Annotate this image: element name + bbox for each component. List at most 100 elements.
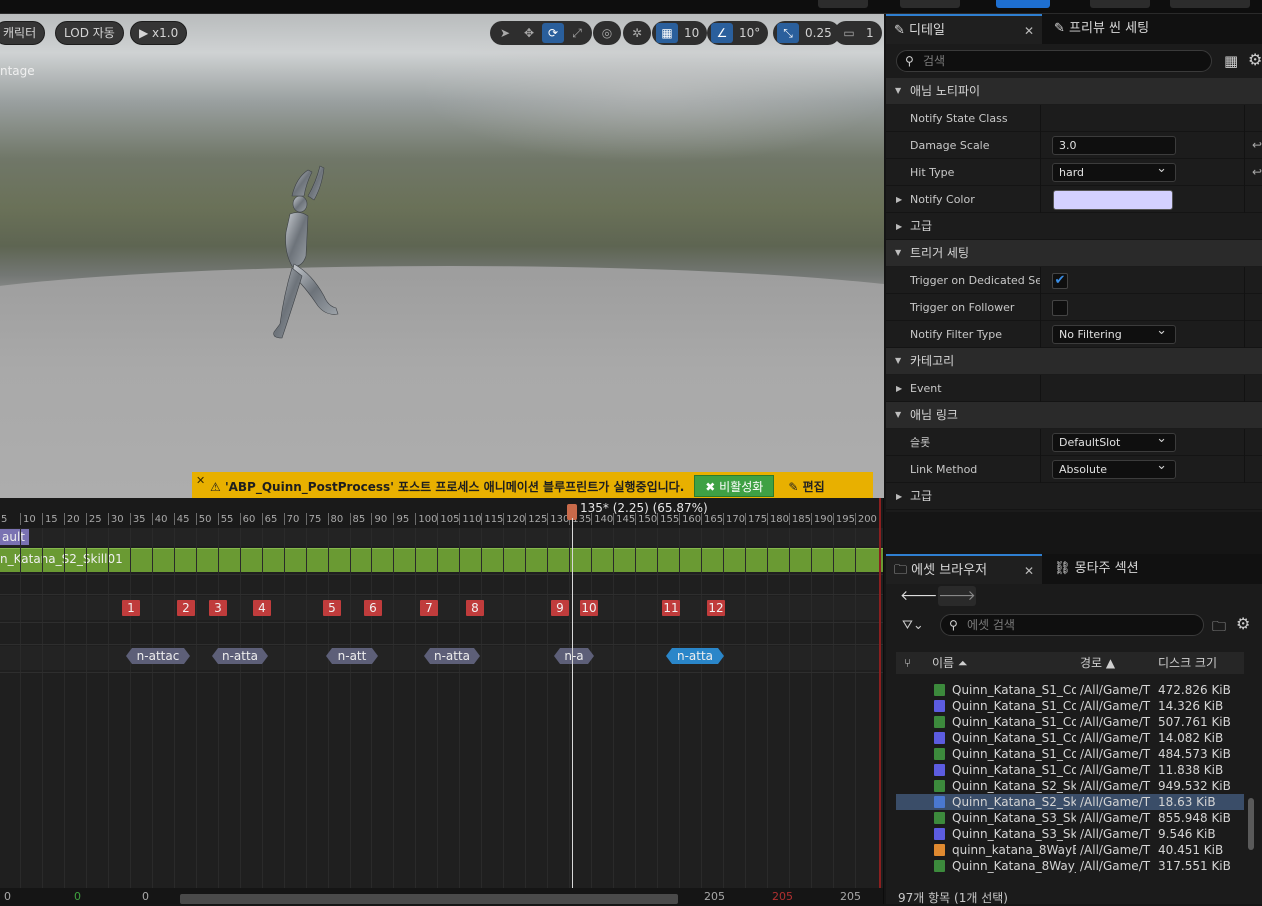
notify-marker[interactable]: 10 [580,600,598,616]
notify-marker[interactable]: 2 [177,600,195,616]
move-icon[interactable]: ✥ [518,23,540,43]
source-icon[interactable]: ⑂ [904,652,911,674]
tab-asset-browser[interactable]: 🗀 에셋 브라우저 ✕ [886,554,1042,584]
edit-button[interactable]: ✎ 편집 [788,478,824,495]
range-start-green[interactable]: 0 [74,890,81,903]
tab-montage-sections[interactable]: ⛓ 몽타주 섹션 [1046,554,1206,584]
notify-marker[interactable]: 11 [662,600,680,616]
trigger-follower-checkbox[interactable] [1052,300,1068,316]
notify-state-block[interactable]: n-atta [212,648,268,664]
table-view-icon[interactable]: ▦ [1224,52,1238,70]
angle-snap-value[interactable]: 10° [735,26,764,40]
expand-caret-icon[interactable]: ▶ [896,186,902,213]
rotate-icon[interactable]: ⟳ [542,23,564,43]
range-end-number[interactable]: 205 [840,890,861,903]
reset-arrow-icon[interactable]: ↩ [1252,159,1262,186]
scale-snap-icon[interactable]: ⤡ [777,23,799,43]
view-end-number[interactable]: 205 [704,890,725,903]
timeline-ruler[interactable]: 5 10 15 20 25 30 35 40 45 50 55 60 65 70 75 80 85 90 95 100… [0,498,883,528]
damage-scale-input[interactable]: 3.0 [1052,136,1176,155]
grid-snap-value[interactable]: 10 [680,26,703,40]
scale-icon[interactable]: ⤢ [566,23,588,43]
disable-button[interactable]: ✖ 비활성화 [694,475,775,497]
anim-segment-row[interactable]: n_Katana_S2_Skill01 [0,548,883,572]
scale-snap-value[interactable]: 0.25 [801,26,836,40]
asset-search-input[interactable]: ⚲ 에셋 검색 [940,614,1204,636]
notify-color-swatch[interactable] [1053,190,1173,210]
notify-marker[interactable]: 12 [707,600,725,616]
select-icon[interactable]: ➤ [494,23,516,43]
notify-marker[interactable]: 7 [420,600,438,616]
settings-gear-icon[interactable]: ⚙ [1236,614,1250,633]
settings-gear-icon[interactable]: ⚙ [1248,50,1262,69]
folder-icon[interactable]: 🗀 [1212,616,1226,640]
slot-chip[interactable]: ault [0,529,29,545]
asset-row[interactable]: Quinn_Katana_S2_Ski/All/Game/T 949.532 Ki… [896,778,1244,794]
notify-marker[interactable]: 6 [364,600,382,616]
notify-marker[interactable]: 8 [466,600,484,616]
playback-speed-button[interactable]: ▶ x1.0 [130,21,188,45]
asset-row[interactable]: Quinn_Katana_S1_Co/All/Game/T 507.761 KiB [896,714,1244,730]
expand-caret-icon[interactable]: ▶ [896,375,902,402]
asset-row[interactable]: Quinn_Katana_S1_Co/All/Game/T 472.826 KiB [896,682,1244,698]
asset-scrollbar[interactable] [1248,798,1254,850]
notify-state-block[interactable]: n-atta [666,648,724,664]
range-start-number[interactable]: 0 [4,890,11,903]
column-size[interactable]: 디스크 크기 [1158,652,1217,674]
toolbar-button[interactable] [1090,0,1150,8]
category-anim-notify[interactable]: 애님 노티파이 [886,78,1262,104]
details-search-input[interactable]: ⚲ 검색 [896,50,1212,72]
section-advanced-2[interactable]: ▶ 고급 [886,483,1262,510]
timeline-scrollbar[interactable] [180,894,678,904]
trigger-dedicated-checkbox[interactable]: ✔ [1052,273,1068,289]
notify-marker[interactable]: 3 [209,600,227,616]
close-icon[interactable]: ✕ [1024,16,1034,46]
asset-row[interactable]: quinn_katana_8WayB/All/Game/T 40.451 KiB [896,842,1244,858]
toolbar-button[interactable] [1170,0,1250,8]
camera-icon[interactable]: ▭ [838,23,860,43]
view-start-number[interactable]: 0 [142,890,149,903]
notify-marker[interactable]: 1 [122,600,140,616]
range-end-red[interactable]: 205 [772,890,793,903]
tab-details[interactable]: ✎ 디테일 ✕ [886,14,1042,44]
filter-icon[interactable]: ⛛⌄ [902,618,924,633]
lod-button[interactable]: LOD 자동 [55,21,124,45]
notify-marker[interactable]: 9 [551,600,569,616]
section-advanced[interactable]: ▶ 고급 [886,213,1262,240]
category-category[interactable]: 카테고리 [886,348,1262,374]
perspective-icon[interactable]: ◎ [597,23,617,43]
asset-row[interactable]: Quinn_Katana_S1_Co/All/Game/T 484.573 KiB [896,746,1244,762]
notify-marker[interactable]: 5 [323,600,341,616]
tab-preview-scene[interactable]: ✎ 프리뷰 씬 세팅 [1046,14,1206,44]
notify-state-block[interactable]: n-attac [126,648,190,664]
montage-timeline[interactable]: 5 10 15 20 25 30 35 40 45 50 55 60 65 70 75 80 85 90 95 100… [0,498,884,904]
slot-dropdown[interactable]: DefaultSlot [1052,430,1176,452]
toolbar-active-button[interactable] [996,0,1050,8]
end-marker[interactable] [879,498,881,904]
link-method-dropdown[interactable]: Absolute [1052,457,1176,479]
toolbar-button[interactable] [900,0,960,8]
notify-filter-dropdown[interactable]: No Filtering [1052,322,1176,344]
angle-snap-icon[interactable]: ∠ [711,23,733,43]
asset-row[interactable]: Quinn_Katana_S1_Co/All/Game/T 11.838 KiB [896,762,1244,778]
grid-snap-icon[interactable]: ▦ [656,23,678,43]
character-button[interactable]: 캐릭터 [0,21,46,45]
category-trigger-settings[interactable]: 트리거 세팅 [886,240,1262,266]
asset-row[interactable]: Quinn_Katana_S3_Ski/All/Game/T 9.546 KiB [896,826,1244,842]
surface-snap-icon[interactable]: ✲ [627,23,647,43]
category-anim-link[interactable]: 애님 링크 [886,402,1262,428]
asset-row[interactable]: Quinn_Katana_S2_Ski/All/Game/T 18.63 KiB [896,794,1244,810]
toolbar-button[interactable] [818,0,868,8]
back-arrow-icon[interactable]: 🡐 [900,586,938,606]
notify-state-block[interactable]: n-atta [424,648,480,664]
column-path[interactable]: 경로 ▲ [1080,652,1115,674]
camera-speed-value[interactable]: 1 [862,26,878,40]
notify-state-block[interactable]: n-a [554,648,594,664]
notify-marker[interactable]: 4 [253,600,271,616]
asset-row[interactable]: Quinn_Katana_S1_Co/All/Game/T 14.082 KiB [896,730,1244,746]
reset-arrow-icon[interactable]: ↩ [1252,132,1262,159]
close-icon[interactable]: ✕ [196,474,205,487]
asset-row[interactable]: Quinn_Katana_S3_Ski/All/Game/T 855.948 Ki… [896,810,1244,826]
notify-state-block[interactable]: n-att [326,648,378,664]
forward-arrow-icon[interactable]: 🡒 [938,586,976,606]
